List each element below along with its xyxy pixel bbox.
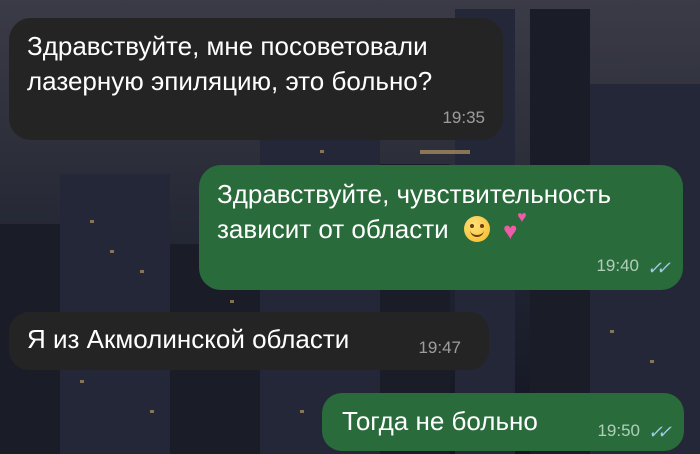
smiling-face-icon: [463, 215, 490, 242]
message-text: Тогда не больно: [342, 406, 538, 436]
read-checkmarks-icon: ✓✓: [647, 421, 672, 442]
message-outgoing[interactable]: Здравствуйте, чувствительность зависит о…: [199, 165, 683, 290]
message-incoming[interactable]: Здравствуйте, мне посоветовали лазерную …: [9, 18, 503, 140]
message-text: Здравствуйте, мне посоветовали: [27, 31, 428, 61]
message-incoming[interactable]: Я из Акмолинской области 19:47: [9, 312, 489, 370]
message-text: зависит от области: [217, 213, 449, 244]
message-text: Здравствуйте, чувствительность: [217, 179, 612, 209]
read-checkmarks-icon: ✓✓: [646, 257, 671, 278]
message-time: 19:40: [596, 256, 639, 276]
message-time: 19:47: [418, 338, 461, 358]
message-time: 19:35: [442, 108, 485, 128]
message-text: Я из Акмолинской области: [27, 324, 350, 354]
message-time: 19:50: [597, 421, 640, 441]
message-outgoing[interactable]: Тогда не больно 19:50 ✓✓: [322, 393, 684, 451]
message-text: лазерную эпиляцию, это больно?: [27, 65, 433, 96]
two-hearts-icon: ♥ ♥: [503, 208, 527, 245]
